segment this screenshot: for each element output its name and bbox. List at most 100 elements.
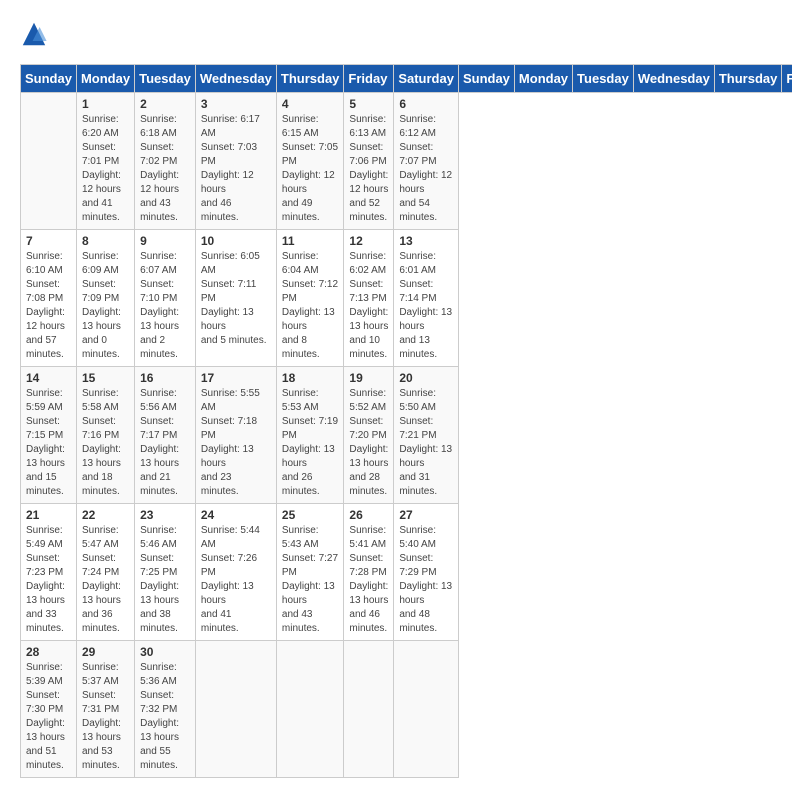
header-saturday: Saturday <box>394 65 459 93</box>
day-info: Sunrise: 6:10 AM Sunset: 7:08 PM Dayligh… <box>26 250 71 362</box>
calendar-cell <box>394 641 459 778</box>
calendar-cell: 2Sunrise: 6:18 AM Sunset: 7:02 PM Daylig… <box>135 93 196 230</box>
day-number: 10 <box>201 234 271 248</box>
header-thursday: Thursday <box>276 65 344 93</box>
header-friday: Friday <box>782 65 792 93</box>
calendar-cell: 6Sunrise: 6:12 AM Sunset: 7:07 PM Daylig… <box>394 93 459 230</box>
day-number: 21 <box>26 508 71 522</box>
day-info: Sunrise: 6:09 AM Sunset: 7:09 PM Dayligh… <box>82 250 129 362</box>
week-row-5: 28 Sunrise: 5:39 AM Sunset: 7:30 PM Dayli… <box>21 641 792 778</box>
header-tuesday: Tuesday <box>135 65 196 93</box>
day-info: Sunrise: 6:02 AM Sunset: 7:13 PM Dayligh… <box>349 250 388 362</box>
day-info: Sunrise: 5:44 AM Sunset: 7:26 PM Dayligh… <box>201 524 271 636</box>
day-info: Sunrise: 6:01 AM Sunset: 7:14 PM Dayligh… <box>399 250 453 362</box>
day-number: 27 <box>399 508 453 522</box>
week-row-3: 14 Sunrise: 5:59 AM Sunset: 7:15 PM Dayli… <box>21 367 792 504</box>
day-number: 4 <box>282 97 339 111</box>
day-info: Sunrise: 5:55 AM Sunset: 7:18 PM Dayligh… <box>201 387 271 499</box>
calendar-cell: 30 Sunrise: 5:36 AM Sunset: 7:32 PM Dayli… <box>135 641 196 778</box>
day-number: 14 <box>26 371 71 385</box>
calendar-cell: 8 Sunrise: 6:09 AM Sunset: 7:09 PM Daylig… <box>76 230 134 367</box>
day-number: 23 <box>140 508 190 522</box>
day-number: 5 <box>349 97 388 111</box>
day-number: 18 <box>282 371 339 385</box>
week-row-1: 1 Sunrise: 6:20 AM Sunset: 7:01 PM Daylig… <box>21 93 792 230</box>
day-number: 2 <box>140 97 190 111</box>
calendar-header-row: SundayMondayTuesdayWednesdayThursdayFrid… <box>21 65 792 93</box>
day-number: 19 <box>349 371 388 385</box>
calendar-cell: 16 Sunrise: 5:56 AM Sunset: 7:17 PM Dayli… <box>135 367 196 504</box>
calendar-cell: 21 Sunrise: 5:49 AM Sunset: 7:23 PM Dayli… <box>21 504 77 641</box>
header-thursday: Thursday <box>714 65 782 93</box>
day-info: Sunrise: 6:13 AM Sunset: 7:06 PM Dayligh… <box>349 113 388 225</box>
calendar-table: SundayMondayTuesdayWednesdayThursdayFrid… <box>20 64 792 778</box>
day-info: Sunrise: 5:59 AM Sunset: 7:15 PM Dayligh… <box>26 387 71 499</box>
day-info: Sunrise: 5:43 AM Sunset: 7:27 PM Dayligh… <box>282 524 339 636</box>
day-info: Sunrise: 6:15 AM Sunset: 7:05 PM Dayligh… <box>282 113 339 225</box>
calendar-cell: 11 Sunrise: 6:04 AM Sunset: 7:12 PM Dayli… <box>276 230 344 367</box>
header-sunday: Sunday <box>458 65 514 93</box>
calendar-cell: 18 Sunrise: 5:53 AM Sunset: 7:19 PM Dayli… <box>276 367 344 504</box>
day-info: Sunrise: 5:36 AM Sunset: 7:32 PM Dayligh… <box>140 661 190 773</box>
header-wednesday: Wednesday <box>195 65 276 93</box>
calendar-cell: 23 Sunrise: 5:46 AM Sunset: 7:25 PM Dayli… <box>135 504 196 641</box>
day-info: Sunrise: 5:46 AM Sunset: 7:25 PM Dayligh… <box>140 524 190 636</box>
calendar-cell <box>276 641 344 778</box>
day-number: 17 <box>201 371 271 385</box>
calendar-cell: 27Sunrise: 5:40 AM Sunset: 7:29 PM Dayli… <box>394 504 459 641</box>
day-info: Sunrise: 5:47 AM Sunset: 7:24 PM Dayligh… <box>82 524 129 636</box>
day-info: Sunrise: 5:50 AM Sunset: 7:21 PM Dayligh… <box>399 387 453 499</box>
day-info: Sunrise: 5:58 AM Sunset: 7:16 PM Dayligh… <box>82 387 129 499</box>
header-friday: Friday <box>344 65 394 93</box>
day-info: Sunrise: 5:37 AM Sunset: 7:31 PM Dayligh… <box>82 661 129 773</box>
calendar-cell: 5 Sunrise: 6:13 AM Sunset: 7:06 PM Daylig… <box>344 93 394 230</box>
header-sunday: Sunday <box>21 65 77 93</box>
calendar-cell: 4 Sunrise: 6:15 AM Sunset: 7:05 PM Daylig… <box>276 93 344 230</box>
calendar-cell: 29Sunrise: 5:37 AM Sunset: 7:31 PM Dayli… <box>76 641 134 778</box>
header-wednesday: Wednesday <box>633 65 714 93</box>
calendar-cell: 10 Sunrise: 6:05 AM Sunset: 7:11 PM Dayli… <box>195 230 276 367</box>
day-number: 13 <box>399 234 453 248</box>
logo <box>20 20 52 48</box>
calendar-cell: 20Sunrise: 5:50 AM Sunset: 7:21 PM Dayli… <box>394 367 459 504</box>
day-info: Sunrise: 5:56 AM Sunset: 7:17 PM Dayligh… <box>140 387 190 499</box>
day-number: 1 <box>82 97 129 111</box>
header-monday: Monday <box>76 65 134 93</box>
day-info: Sunrise: 5:52 AM Sunset: 7:20 PM Dayligh… <box>349 387 388 499</box>
logo-icon <box>20 20 48 48</box>
day-info: Sunrise: 5:53 AM Sunset: 7:19 PM Dayligh… <box>282 387 339 499</box>
day-number: 24 <box>201 508 271 522</box>
day-number: 8 <box>82 234 129 248</box>
calendar-cell: 14 Sunrise: 5:59 AM Sunset: 7:15 PM Dayli… <box>21 367 77 504</box>
calendar-cell: 7 Sunrise: 6:10 AM Sunset: 7:08 PM Daylig… <box>21 230 77 367</box>
page-header <box>20 20 772 48</box>
day-info: Sunrise: 5:41 AM Sunset: 7:28 PM Dayligh… <box>349 524 388 636</box>
day-info: Sunrise: 5:49 AM Sunset: 7:23 PM Dayligh… <box>26 524 71 636</box>
calendar-cell <box>344 641 394 778</box>
calendar-cell: 17 Sunrise: 5:55 AM Sunset: 7:18 PM Dayli… <box>195 367 276 504</box>
day-info: Sunrise: 5:39 AM Sunset: 7:30 PM Dayligh… <box>26 661 71 773</box>
calendar-cell: 24 Sunrise: 5:44 AM Sunset: 7:26 PM Dayli… <box>195 504 276 641</box>
day-number: 12 <box>349 234 388 248</box>
calendar-cell: 25Sunrise: 5:43 AM Sunset: 7:27 PM Dayli… <box>276 504 344 641</box>
header-monday: Monday <box>514 65 572 93</box>
calendar-cell: 13 Sunrise: 6:01 AM Sunset: 7:14 PM Dayli… <box>394 230 459 367</box>
calendar-cell: 26 Sunrise: 5:41 AM Sunset: 7:28 PM Dayli… <box>344 504 394 641</box>
day-number: 11 <box>282 234 339 248</box>
day-info: Sunrise: 6:05 AM Sunset: 7:11 PM Dayligh… <box>201 250 271 348</box>
calendar-cell <box>195 641 276 778</box>
day-number: 26 <box>349 508 388 522</box>
week-row-2: 7 Sunrise: 6:10 AM Sunset: 7:08 PM Daylig… <box>21 230 792 367</box>
day-number: 28 <box>26 645 71 659</box>
day-number: 3 <box>201 97 271 111</box>
header-tuesday: Tuesday <box>573 65 634 93</box>
calendar-cell: 1 Sunrise: 6:20 AM Sunset: 7:01 PM Daylig… <box>76 93 134 230</box>
day-number: 30 <box>140 645 190 659</box>
day-info: Sunrise: 6:07 AM Sunset: 7:10 PM Dayligh… <box>140 250 190 362</box>
day-info: Sunrise: 6:20 AM Sunset: 7:01 PM Dayligh… <box>82 113 129 225</box>
day-number: 16 <box>140 371 190 385</box>
day-info: Sunrise: 6:04 AM Sunset: 7:12 PM Dayligh… <box>282 250 339 362</box>
calendar-cell: 22Sunrise: 5:47 AM Sunset: 7:24 PM Dayli… <box>76 504 134 641</box>
day-number: 7 <box>26 234 71 248</box>
day-number: 15 <box>82 371 129 385</box>
